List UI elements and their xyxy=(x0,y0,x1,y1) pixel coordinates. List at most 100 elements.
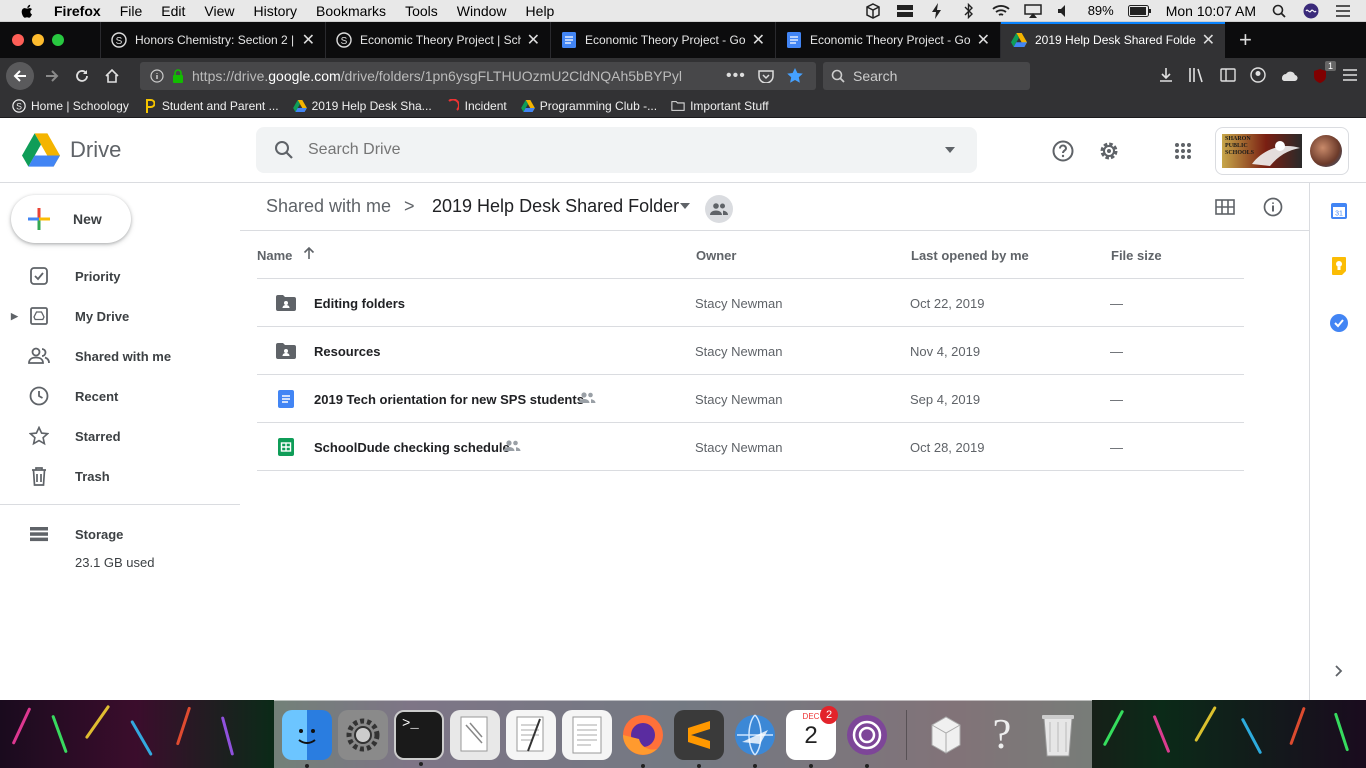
apple-icon[interactable] xyxy=(18,2,36,20)
close-window-button[interactable] xyxy=(12,34,24,46)
help-icon[interactable] xyxy=(1051,139,1075,163)
new-tab-button[interactable]: + xyxy=(1239,27,1252,53)
bookmark-home-schoology[interactable]: S Home | Schoology xyxy=(12,99,129,113)
column-header-file-size[interactable]: File size xyxy=(1111,248,1162,263)
bookmark-important-stuff[interactable]: Important Stuff xyxy=(671,99,769,113)
minimize-window-button[interactable] xyxy=(32,34,44,46)
menu-bookmarks[interactable]: Bookmarks xyxy=(316,3,386,19)
dock-script-editor-icon[interactable] xyxy=(450,709,500,760)
menu-edit[interactable]: Edit xyxy=(161,3,185,19)
dock-calendar-icon[interactable]: DEC 2 2 xyxy=(786,705,838,768)
downloads-icon[interactable] xyxy=(1158,67,1174,86)
calendar-icon[interactable]: 31 xyxy=(1329,201,1349,221)
siri-icon[interactable] xyxy=(1302,3,1320,18)
close-tab-icon[interactable]: ✕ xyxy=(302,30,315,50)
url-text[interactable]: https://drive.google.com/drive/folders/1… xyxy=(192,68,712,84)
shared-folder-people-icon[interactable] xyxy=(705,195,733,223)
lock-icon[interactable] xyxy=(172,69,184,83)
sidebar-item-storage[interactable]: Storage xyxy=(0,514,240,554)
dock-installer-icon[interactable] xyxy=(921,710,971,760)
sidebar-item-shared-with-me[interactable]: Shared with me xyxy=(0,336,240,376)
tasks-icon[interactable] xyxy=(1329,313,1349,333)
file-row-schooldude-schedule[interactable]: SchoolDude checking schedule Stacy Newma… xyxy=(257,423,1244,471)
column-header-last-opened[interactable]: Last opened by me xyxy=(911,248,1029,263)
sidebar-item-priority[interactable]: Priority xyxy=(0,256,240,296)
menu-tools[interactable]: Tools xyxy=(405,3,438,19)
dock-notes-icon[interactable] xyxy=(562,709,612,760)
close-tab-icon[interactable]: ✕ xyxy=(527,30,540,50)
menu-help[interactable]: Help xyxy=(526,3,555,19)
forward-button[interactable] xyxy=(38,62,66,90)
menu-view[interactable]: View xyxy=(204,3,234,19)
pocket-icon[interactable] xyxy=(758,69,774,83)
tab-honors-chemistry[interactable]: S Honors Chemistry: Section 2 | S ✕ xyxy=(100,22,325,58)
info-icon[interactable] xyxy=(150,69,164,83)
search-options-dropdown-icon[interactable] xyxy=(945,147,955,153)
dock-textedit-icon[interactable] xyxy=(506,709,556,760)
file-name[interactable]: SchoolDude checking schedule xyxy=(314,440,510,455)
menu-file[interactable]: File xyxy=(120,3,143,19)
bookmark-star-icon[interactable] xyxy=(786,67,804,85)
bookmark-incident[interactable]: Incident xyxy=(446,98,507,113)
file-name[interactable]: Resources xyxy=(314,344,380,359)
tab-economic-theory-schoology[interactable]: S Economic Theory Project | Scho ✕ xyxy=(325,22,550,58)
sidebar-toggle-icon[interactable] xyxy=(1220,67,1236,85)
dock-trash-icon[interactable] xyxy=(1033,710,1083,760)
close-tab-icon[interactable]: ✕ xyxy=(977,30,990,50)
sidebar-item-recent[interactable]: Recent xyxy=(0,376,240,416)
spotlight-search-icon[interactable] xyxy=(1270,4,1288,18)
volume-icon[interactable] xyxy=(1056,4,1074,18)
file-row-tech-orientation[interactable]: 2019 Tech orientation for new SPS studen… xyxy=(257,375,1244,423)
file-row-resources[interactable]: Resources Stacy Newman Nov 4, 2019 — xyxy=(257,327,1244,375)
tab-help-desk-folder[interactable]: 2019 Help Desk Shared Folder ✕ xyxy=(1000,22,1225,58)
battery-icon[interactable] xyxy=(1127,4,1152,18)
bookmark-student-parent[interactable]: Student and Parent ... xyxy=(143,98,279,113)
dock-network-globe-icon[interactable] xyxy=(730,710,780,768)
dock-firefox-icon[interactable] xyxy=(618,710,668,768)
sidebar-item-my-drive[interactable]: ▶ My Drive xyxy=(0,296,240,336)
column-header-name[interactable]: Name xyxy=(257,248,292,263)
bookmark-programming-club[interactable]: Programming Club -... xyxy=(520,99,657,113)
search-icon[interactable] xyxy=(274,140,294,160)
close-tab-icon[interactable]: ✕ xyxy=(752,30,765,50)
menu-window[interactable]: Window xyxy=(457,3,507,19)
drive-search-input[interactable] xyxy=(308,141,908,159)
drive-search-box[interactable] xyxy=(256,127,977,173)
dock-help-icon[interactable]: ? xyxy=(977,710,1027,760)
tab-economic-theory-doc-2[interactable]: Economic Theory Project - Goo ✕ xyxy=(775,22,1000,58)
bluetooth-icon[interactable] xyxy=(960,2,978,19)
notification-center-icon[interactable] xyxy=(1334,4,1352,18)
avatar[interactable] xyxy=(1310,135,1342,167)
menu-app-name[interactable]: Firefox xyxy=(54,3,101,19)
file-name[interactable]: Editing folders xyxy=(314,296,405,311)
web-search-box[interactable]: Search xyxy=(823,62,1030,90)
sort-arrow-up-icon[interactable] xyxy=(303,246,315,263)
file-row-editing-folders[interactable]: Editing folders Stacy Newman Oct 22, 201… xyxy=(257,279,1244,327)
airplay-icon[interactable] xyxy=(1023,3,1042,18)
dock-tor-browser-icon[interactable] xyxy=(842,710,892,768)
breadcrumb-current-folder[interactable]: 2019 Help Desk Shared Folder xyxy=(432,196,679,217)
close-tab-icon[interactable]: ✕ xyxy=(1202,30,1215,50)
back-button[interactable] xyxy=(6,62,34,90)
dock-finder-icon[interactable] xyxy=(282,709,332,768)
wifi-icon[interactable] xyxy=(992,4,1010,18)
sidebar-item-starred[interactable]: Starred xyxy=(0,416,240,456)
address-bar[interactable]: https://drive.google.com/drive/folders/1… xyxy=(140,62,816,90)
menu-history[interactable]: History xyxy=(253,3,297,19)
cube-icon[interactable] xyxy=(864,2,882,19)
page-actions-icon[interactable]: ••• xyxy=(726,67,746,85)
dock-terminal-icon[interactable]: >_ xyxy=(394,709,444,766)
folder-menu-dropdown-icon[interactable] xyxy=(680,201,690,211)
tab-economic-theory-doc-1[interactable]: Economic Theory Project - Goo ✕ xyxy=(550,22,775,58)
keep-icon[interactable] xyxy=(1329,256,1349,276)
reload-button[interactable] xyxy=(68,62,96,90)
ublock-icon[interactable]: 1 xyxy=(1312,61,1336,84)
breadcrumb-shared-with-me[interactable]: Shared with me xyxy=(266,196,391,217)
dock-system-preferences-icon[interactable] xyxy=(338,709,388,760)
drive-status-icon[interactable] xyxy=(896,4,914,18)
expand-panel-chevron-icon[interactable] xyxy=(1329,661,1349,681)
expand-caret-icon[interactable]: ▶ xyxy=(11,311,18,322)
clock[interactable]: Mon 10:07 AM xyxy=(1166,3,1256,19)
settings-gear-icon[interactable] xyxy=(1097,139,1121,163)
bookmark-help-desk[interactable]: 2019 Help Desk Sha... xyxy=(292,99,432,113)
